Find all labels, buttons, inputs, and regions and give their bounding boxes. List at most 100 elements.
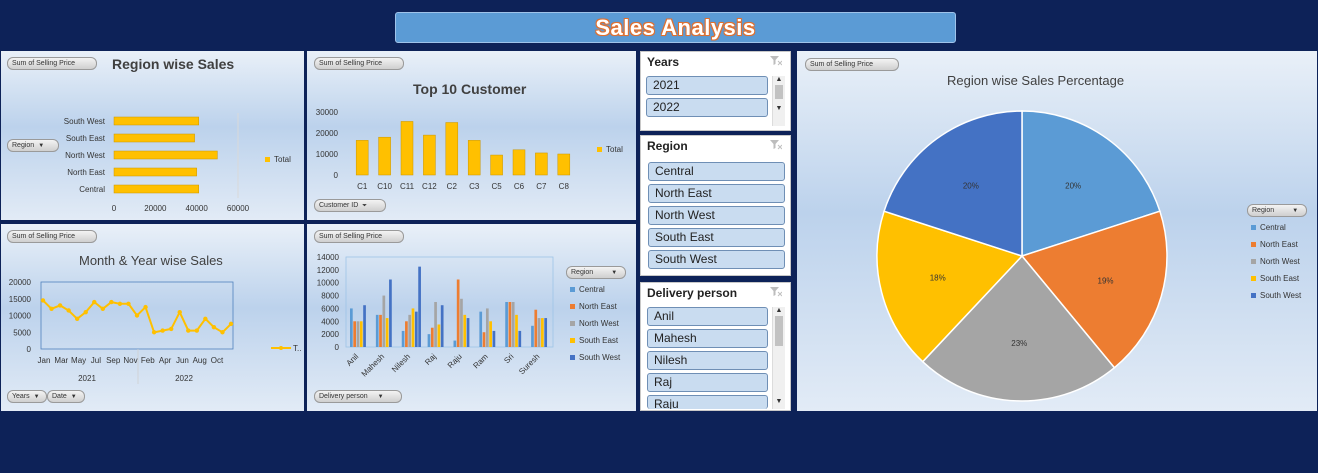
category-label: Central [79,185,105,194]
delivery-person-slicer[interactable]: Delivery person Anil Mahesh Nilesh Raj R… [640,282,791,411]
top-customer-chart[interactable]: Sum of Selling Price Top 10 Customer Cus… [307,51,636,220]
region-slicer[interactable]: Region Central North East North West Sou… [640,135,791,276]
slicer-item-raju[interactable]: Raju [647,395,768,409]
legend-swatch [597,147,602,152]
bar [423,134,436,176]
axis-button-delivery-person[interactable]: Delivery person ▼ [314,390,402,403]
scrollbar[interactable]: ▲ ▼ [772,76,785,126]
category-label: Suresh [517,352,541,376]
legend-label: North West [579,319,619,328]
bar [437,324,441,347]
category-label: North East [67,168,106,177]
tick-label: Oct [211,356,224,365]
dashboard-title-bar: Sales Analysis [395,12,956,43]
tick-label: 10000 [317,279,340,288]
tick-label: 20000 [9,278,32,287]
delivery-person-chart[interactable]: Sum of Selling Price 0 2000 4000 6000 8000 10… [307,224,636,411]
tick-label: 10000 [316,150,339,159]
data-point [109,299,114,305]
legend-marker [279,346,283,350]
clear-filter-icon[interactable] [770,287,782,297]
legend-swatch [1251,276,1256,281]
slicer-item-north-east[interactable]: North East [648,184,785,203]
tick-label: 0 [334,171,339,180]
years-slicer[interactable]: Years 2021 2022 ▲ ▼ [640,51,791,131]
bar [401,330,405,347]
legend-swatch [1251,293,1256,298]
category-label: C11 [400,182,415,191]
scroll-down-icon[interactable]: ▼ [773,105,785,112]
bar [385,318,389,347]
legend-button-region[interactable]: Region ▼ [1247,204,1307,217]
axis-button-years[interactable]: Years ▼ [7,390,47,403]
region-sales-chart[interactable]: Sum of Selling Price Region wise Sales R… [1,51,304,220]
data-point [168,326,174,332]
legend-label: South West [1260,291,1302,300]
slicer-item-south-west[interactable]: South West [648,250,785,269]
region-bar-plot: South West South East North West North East… [64,113,250,213]
bar [400,121,414,176]
scrollbar[interactable]: ▲ ▼ [772,307,785,409]
scroll-up-icon[interactable]: ▲ [773,307,785,314]
data-point [203,316,208,322]
bar [535,152,548,176]
bar [113,133,195,143]
axis-button-date[interactable]: Date ▼ [47,390,85,403]
slicer-item-anil[interactable]: Anil [647,307,768,326]
tick-label: 30000 [316,108,339,117]
bar [113,167,197,177]
scroll-down-icon[interactable]: ▼ [773,398,785,405]
tick-label: 4000 [321,317,339,326]
scroll-thumb[interactable] [775,85,783,99]
bar [378,136,391,176]
region-percentage-chart[interactable]: Sum of Selling Price Region wise Sales P… [797,51,1317,411]
tick-label: 0 [27,345,32,354]
tick-label: Feb [141,356,155,365]
customer-bar-plot: 0 10000 20000 30000 C1 C10 C11 C12 C2 C3 C5 C6 C7 C8 [316,108,571,191]
group-label: 2022 [175,374,193,383]
bar [363,305,366,347]
tick-label: 10000 [9,312,32,321]
category-label: Mahesh [360,352,386,378]
tick-label: 20000 [316,129,339,138]
slicer-item-north-west[interactable]: North West [648,206,785,225]
slicer-item-south-east[interactable]: South East [648,228,785,247]
data-point [186,328,191,333]
tick-label: Jun [176,356,189,365]
legend-swatch [1251,259,1256,264]
bar [113,150,218,160]
bar [389,279,392,347]
tick-label: 6000 [321,304,339,313]
slicer-item-nilesh[interactable]: Nilesh [647,351,768,370]
legend-button-label: Region [571,269,594,276]
tick-label: Mar [54,356,68,365]
chevron-down-icon: ▼ [33,394,40,400]
legend-label: South West [579,353,621,362]
month-year-sales-chart[interactable]: Sum of Selling Price Month & Year wise S… [1,224,304,411]
scroll-thumb[interactable] [775,316,783,346]
legend-swatch [1251,242,1256,247]
slicer-item-raj[interactable]: Raj [647,373,768,392]
scroll-up-icon[interactable]: ▲ [773,76,785,83]
legend-item: South West [1251,287,1301,304]
legend-swatch [570,287,575,292]
slicer-item-mahesh[interactable]: Mahesh [647,329,768,348]
data-point [92,299,97,305]
clear-filter-icon[interactable] [770,140,782,150]
slicer-item-central[interactable]: Central [648,162,785,181]
category-label: South West [64,117,106,126]
legend-label: Central [579,285,605,294]
clear-filter-icon[interactable] [770,56,782,66]
bar [467,140,481,176]
slicer-item-2022[interactable]: 2022 [646,98,768,117]
category-label: Nilesh [390,352,412,374]
legend-button-region[interactable]: Region ▼ [566,266,626,279]
bar [482,332,486,347]
bar [537,318,541,347]
bar [490,154,503,176]
legend-label: North East [579,302,617,311]
slicer-item-2021[interactable]: 2021 [646,76,768,95]
data-point [117,301,123,306]
category-label: C2 [447,182,458,191]
data-point [40,298,46,303]
